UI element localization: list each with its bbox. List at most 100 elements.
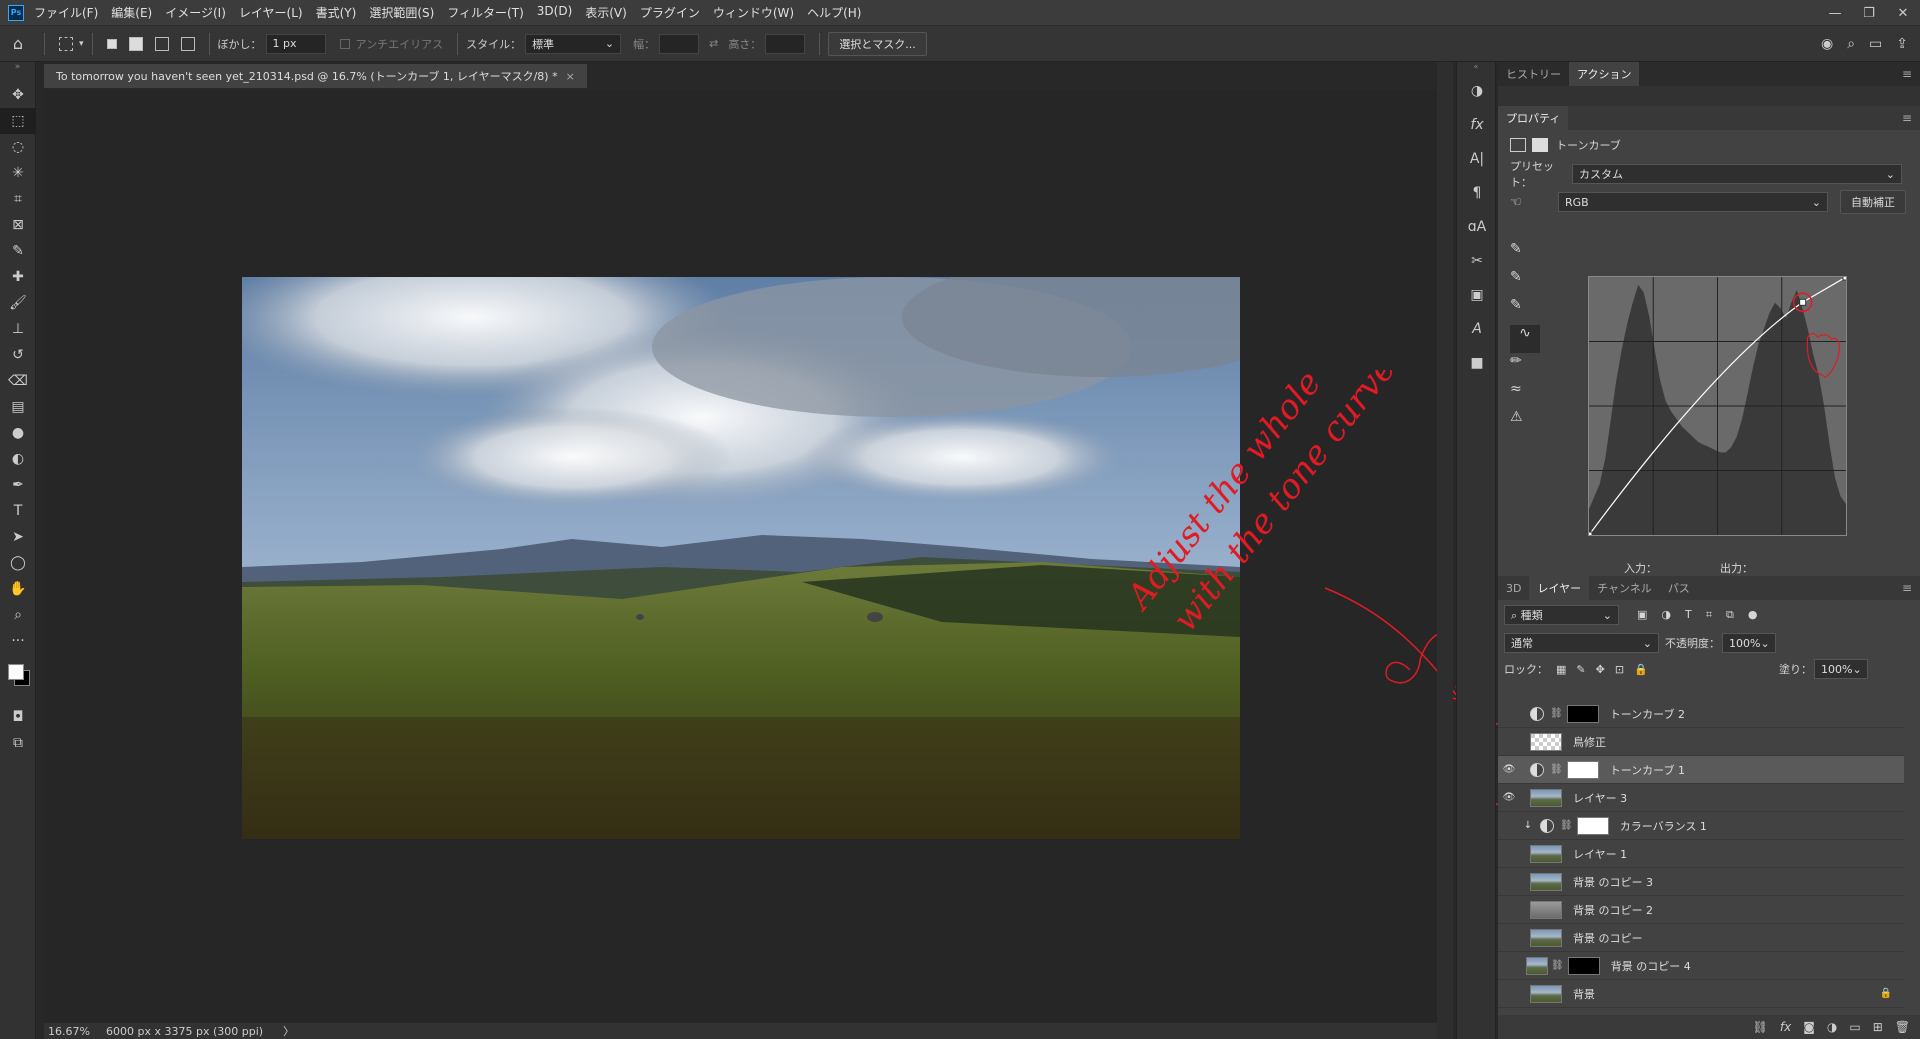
gradient-tool-icon[interactable]: ▤	[0, 394, 36, 420]
search-icon[interactable]: ⌕	[1847, 36, 1855, 52]
smooth-curve-icon[interactable]: ≈	[1510, 381, 1540, 409]
rectangular-marquee-icon[interactable]: ⬚	[0, 108, 36, 134]
mask-link-icon[interactable]: ⛓	[1550, 708, 1563, 719]
curve-control-point[interactable]	[1842, 273, 1850, 281]
histogram-warning-icon[interactable]: ⚠	[1510, 409, 1540, 437]
delete-layer-icon[interactable]: 🗑	[1895, 1020, 1910, 1034]
document-tab[interactable]: To tomorrow you haven't seen yet_210314.…	[44, 64, 587, 88]
layer-thumbnail[interactable]	[1530, 788, 1562, 807]
height-input[interactable]	[765, 33, 806, 54]
layer-visibility-icon[interactable]: 👁	[1498, 764, 1520, 775]
layer-row[interactable]: 背景 🔒	[1498, 980, 1904, 1008]
lasso-tool-icon[interactable]: ◌	[0, 134, 36, 160]
character-icon[interactable]: A|	[1457, 142, 1497, 176]
menu-item-9[interactable]: プラグイン	[640, 4, 700, 21]
subtract-selection-icon[interactable]	[154, 36, 169, 51]
curves-svg[interactable]	[1585, 273, 1850, 539]
white-point-eyedropper-icon[interactable]: ✎	[1510, 297, 1540, 325]
layer-row[interactable]: ⛓ 背景 のコピー 4	[1498, 952, 1904, 980]
layer-name[interactable]: トーンカーブ 2	[1610, 706, 1685, 722]
swatch-panel-icon[interactable]: ■	[1457, 346, 1497, 380]
lock-position-icon[interactable]: ✥	[1596, 663, 1605, 676]
layer-mask-thumbnail[interactable]	[1576, 816, 1609, 835]
menu-item-3[interactable]: レイヤー(L)	[239, 4, 303, 21]
restore-button[interactable]: ❐	[1852, 0, 1886, 26]
filter-adjust-icon[interactable]: ◑	[1661, 608, 1671, 622]
layer-name[interactable]: カラーバランス 1	[1620, 818, 1707, 834]
layer-filter-select[interactable]: ⌕ 種類 ⌄	[1504, 605, 1619, 625]
filter-type-icon[interactable]: T	[1685, 608, 1692, 622]
shape-tool-icon[interactable]: ◯	[0, 550, 36, 576]
select-and-mask-button[interactable]: 選択とマスク...	[828, 31, 927, 56]
close-document-icon[interactable]: ×	[566, 70, 575, 83]
path-selection-icon[interactable]: ➤	[0, 524, 36, 550]
new-layer-icon[interactable]: ⊞	[1873, 1020, 1883, 1034]
quick-mask-icon[interactable]: ◘	[0, 704, 36, 730]
curves-graph[interactable]	[1585, 273, 1850, 539]
width-input[interactable]	[659, 33, 700, 54]
layer-name[interactable]: 背景 のコピー	[1573, 930, 1643, 946]
pencil-curve-icon[interactable]: ✏	[1510, 353, 1540, 381]
black-point-eyedropper-icon[interactable]: ✎	[1510, 241, 1540, 269]
eyedropper-tool-icon[interactable]: ✎	[0, 238, 36, 264]
layer-visibility-icon[interactable]: 👁	[1498, 792, 1520, 803]
menu-item-4[interactable]: 書式(Y)	[316, 4, 357, 21]
menu-item-1[interactable]: 編集(E)	[111, 4, 152, 21]
layer-mask-thumbnail[interactable]	[1566, 704, 1599, 723]
history-brush-icon[interactable]: ↺	[0, 342, 36, 368]
type-tool-icon[interactable]: T	[0, 498, 36, 524]
style-select[interactable]: 標準 ⌄	[525, 33, 622, 54]
layer-name[interactable]: 背景	[1573, 986, 1595, 1002]
tab-actions[interactable]: アクション	[1569, 62, 1640, 86]
layer-row[interactable]: 背景 のコピー	[1498, 924, 1904, 952]
layer-row[interactable]: レイヤー 1	[1498, 840, 1904, 868]
share-user-icon[interactable]: ◉	[1821, 36, 1833, 52]
layer-style-icon[interactable]: fx	[1780, 1020, 1791, 1034]
fill-input[interactable]: 100% ⌄	[1814, 659, 1868, 679]
foreground-color[interactable]	[8, 664, 24, 680]
layer-row[interactable]: 鳥修正	[1498, 728, 1904, 756]
menu-item-2[interactable]: イメージ(I)	[165, 4, 226, 21]
tools-icon[interactable]: ✂	[1457, 244, 1497, 278]
layer-thumbnail[interactable]	[1530, 900, 1562, 919]
gray-point-eyedropper-icon[interactable]: ✎	[1510, 269, 1540, 297]
filter-toggle-icon[interactable]: ●	[1748, 608, 1758, 622]
layer-name[interactable]: 鳥修正	[1573, 734, 1606, 750]
lock-transparent-icon[interactable]: ▦	[1556, 663, 1566, 676]
minimize-button[interactable]: —	[1818, 0, 1852, 26]
home-icon[interactable]: ⌂	[0, 34, 36, 53]
curve-point-icon[interactable]: ∿	[1510, 325, 1540, 353]
tab-3d[interactable]: 3D	[1498, 576, 1529, 600]
curve-control-point[interactable]	[1799, 298, 1807, 306]
clone-stamp-icon[interactable]: ⊥	[0, 316, 36, 342]
magic-wand-icon[interactable]: ✳	[0, 160, 36, 186]
layer-name[interactable]: 背景 のコピー 2	[1573, 902, 1653, 918]
mask-link-icon[interactable]: ⛓	[1551, 960, 1564, 971]
layer-name[interactable]: 背景 のコピー 4	[1611, 958, 1691, 974]
screen-mode-icon[interactable]: ⧉	[0, 730, 36, 756]
new-group-icon[interactable]: ▭	[1849, 1020, 1860, 1034]
layer-name[interactable]: 背景 のコピー 3	[1573, 874, 1653, 890]
color-swatches[interactable]	[0, 654, 35, 704]
smart-object-thumbnail[interactable]	[1526, 956, 1548, 975]
workspace-icon[interactable]: ▭	[1869, 36, 1882, 52]
layer-row[interactable]: 👁 レイヤー 3	[1498, 784, 1904, 812]
layer-name[interactable]: レイヤー 3	[1573, 790, 1627, 806]
tab-layers[interactable]: レイヤー	[1529, 576, 1590, 600]
layer-thumbnail[interactable]	[1530, 872, 1562, 891]
collapse-toolbar-icon[interactable]: »	[0, 62, 35, 82]
layer-thumbnail[interactable]	[1530, 732, 1562, 751]
typekit-icon[interactable]: A	[1457, 312, 1497, 346]
menu-item-8[interactable]: 表示(V)	[585, 4, 627, 21]
hand-tool-icon[interactable]: ✋	[0, 576, 36, 602]
layer-thumbnail[interactable]	[1530, 984, 1562, 1003]
menu-item-7[interactable]: 3D(D)	[537, 4, 572, 21]
feather-input[interactable]: 1 px	[265, 33, 326, 54]
close-window-button[interactable]: ✕	[1886, 0, 1920, 26]
intersect-selection-icon[interactable]	[180, 36, 195, 51]
collapse-icon[interactable]: «	[1457, 62, 1495, 74]
layers-menu-icon[interactable]: ≡	[1902, 576, 1920, 600]
curve-control-point[interactable]	[1585, 531, 1593, 539]
properties-menu-icon[interactable]: ≡	[1902, 106, 1920, 130]
crop-tool-icon[interactable]: ⌗	[0, 186, 36, 212]
